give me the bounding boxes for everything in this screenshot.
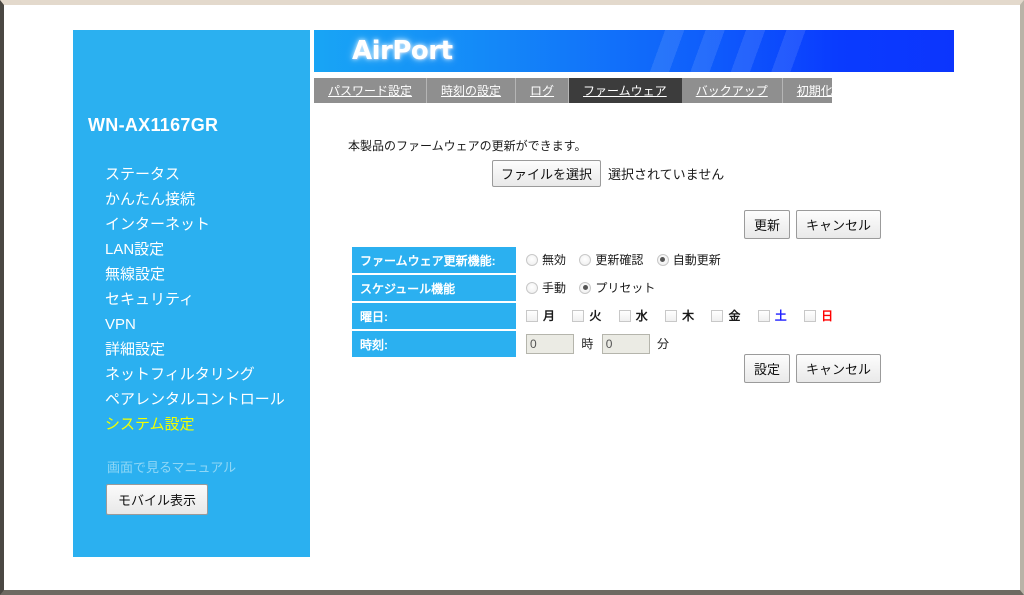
firmware-schedule-settings-table: ファームウェア更新機能: 無効 更新確認 自動更新 スケジュール機能 手動 プリ… xyxy=(352,245,847,359)
radio-icon-preset[interactable] xyxy=(579,281,592,294)
radio-icon-auto-update[interactable] xyxy=(656,253,669,266)
radio-label-manual: 手動 xyxy=(542,281,567,296)
radio-option-auto-update[interactable]: 自動更新 xyxy=(656,251,721,268)
checkbox-icon-tuesday[interactable] xyxy=(572,309,585,322)
sidebar-nav-list: ステータス かんたん接続 インターネット LAN設定 無線設定 セキュリティ V… xyxy=(105,162,305,437)
sidebar-item-easy-connect[interactable]: かんたん接続 xyxy=(105,187,305,212)
row-label-firmware-update-function: ファームウェア更新機能: xyxy=(352,247,516,273)
airport-logo: AirPort xyxy=(352,36,453,66)
checkbox-label-monday: 月 xyxy=(543,309,556,324)
update-cancel-button[interactable]: キャンセル xyxy=(796,210,882,239)
checkbox-icon-thursday[interactable] xyxy=(665,309,678,322)
row-label-weekday: 曜日: xyxy=(352,303,516,329)
sidebar-item-net-filtering[interactable]: ネットフィルタリング xyxy=(105,362,305,387)
checkbox-label-sunday: 日 xyxy=(821,309,834,324)
main-content: 本製品のファームウェアの更新ができます。 ファイルを選択 選択されていません 更… xyxy=(314,103,1014,558)
checkbox-label-thursday: 木 xyxy=(682,309,695,324)
sidebar-item-parental-control[interactable]: ペアレンタルコントロール xyxy=(105,387,305,412)
table-row: スケジュール機能 手動 プリセット xyxy=(352,275,847,301)
sidebar: WN-AX1167GR ステータス かんたん接続 インターネット LAN設定 無… xyxy=(73,30,310,557)
tab-password-settings[interactable]: パスワード設定 xyxy=(314,78,428,103)
checkbox-option-wednesday[interactable]: 水 xyxy=(618,307,648,324)
sidebar-item-lan-settings[interactable]: LAN設定 xyxy=(105,237,305,262)
device-model-name: WN-AX1167GR xyxy=(88,115,219,135)
sidebar-item-status[interactable]: ステータス xyxy=(105,162,305,187)
update-button-row: 更新 キャンセル xyxy=(744,210,882,239)
apply-button[interactable]: 設定 xyxy=(744,354,791,383)
hour-input[interactable] xyxy=(526,334,574,354)
radio-label-disabled: 無効 xyxy=(542,253,567,268)
table-row: 曜日: 月 火 水 木 金 土 日 xyxy=(352,303,847,329)
checkbox-icon-saturday[interactable] xyxy=(757,309,770,322)
radio-icon-manual[interactable] xyxy=(526,281,538,294)
firmware-file-row: ファイルを選択 選択されていません xyxy=(492,160,724,187)
sidebar-item-vpn[interactable]: VPN xyxy=(105,312,305,337)
tab-firmware[interactable]: ファームウェア xyxy=(569,78,682,103)
checkbox-option-saturday[interactable]: 土 xyxy=(757,307,787,324)
tab-time-settings[interactable]: 時刻の設定 xyxy=(427,78,517,103)
sidebar-item-advanced-settings[interactable]: 詳細設定 xyxy=(105,337,305,362)
file-status-text: 選択されていません xyxy=(608,167,725,182)
minute-unit-label: 分 xyxy=(657,337,670,351)
row-value-schedule-function: 手動 プリセット xyxy=(516,275,847,301)
row-value-weekday: 月 火 水 木 金 土 日 xyxy=(516,303,847,329)
checkbox-option-thursday[interactable]: 木 xyxy=(665,307,694,324)
checkbox-label-wednesday: 水 xyxy=(635,309,648,324)
checkbox-label-friday: 金 xyxy=(728,309,741,324)
tab-backup[interactable]: バックアップ xyxy=(682,78,783,103)
tab-initialize[interactable]: 初期化 xyxy=(783,78,847,103)
checkbox-option-monday[interactable]: 月 xyxy=(526,307,555,324)
browser-window-frame: WN-AX1167GR ステータス かんたん接続 インターネット LAN設定 無… xyxy=(0,0,1024,595)
row-value-firmware-update-function: 無効 更新確認 自動更新 xyxy=(516,247,847,273)
radio-option-disabled[interactable]: 無効 xyxy=(526,251,566,268)
checkbox-icon-sunday[interactable] xyxy=(804,309,817,322)
page-description: 本製品のファームウェアの更新ができます。 xyxy=(348,139,587,153)
apply-cancel-button[interactable]: キャンセル xyxy=(796,354,882,383)
checkbox-label-tuesday: 火 xyxy=(589,309,602,324)
online-manual-link[interactable]: 画面で見るマニュアル xyxy=(107,457,236,476)
radio-option-manual[interactable]: 手動 xyxy=(526,279,566,296)
radio-label-auto-update: 自動更新 xyxy=(672,253,721,268)
row-label-time: 時刻: xyxy=(352,331,516,357)
radio-icon-disabled[interactable] xyxy=(526,253,538,266)
hour-unit-label: 時 xyxy=(581,337,594,351)
sidebar-item-security[interactable]: セキュリティ xyxy=(105,287,305,312)
airport-banner: AirPort xyxy=(314,30,954,72)
radio-option-check-update[interactable]: 更新確認 xyxy=(579,251,643,268)
checkbox-label-saturday: 土 xyxy=(774,309,787,324)
apply-button-row: 設定 キャンセル xyxy=(744,354,882,383)
file-select-button[interactable]: ファイルを選択 xyxy=(492,160,602,187)
radio-label-check-update: 更新確認 xyxy=(595,253,644,268)
sidebar-item-internet[interactable]: インターネット xyxy=(105,212,305,237)
mobile-view-button[interactable]: モバイル表示 xyxy=(106,484,209,515)
minute-input[interactable] xyxy=(601,334,650,354)
checkbox-icon-friday[interactable] xyxy=(711,309,724,322)
checkbox-option-friday[interactable]: 金 xyxy=(711,307,740,324)
table-row: ファームウェア更新機能: 無効 更新確認 自動更新 xyxy=(352,247,847,273)
checkbox-option-sunday[interactable]: 日 xyxy=(804,307,833,324)
checkbox-icon-wednesday[interactable] xyxy=(618,309,631,322)
radio-icon-check-update[interactable] xyxy=(579,253,592,266)
checkbox-option-tuesday[interactable]: 火 xyxy=(572,307,601,324)
sidebar-item-wireless-settings[interactable]: 無線設定 xyxy=(105,262,305,287)
tab-bar: パスワード設定 時刻の設定 ログ ファームウェア バックアップ 初期化 xyxy=(314,78,833,103)
checkbox-icon-monday[interactable] xyxy=(526,309,538,322)
router-admin-page: WN-AX1167GR ステータス かんたん接続 インターネット LAN設定 無… xyxy=(4,5,1020,590)
tab-log[interactable]: ログ xyxy=(516,78,570,103)
sidebar-item-system-settings[interactable]: システム設定 xyxy=(105,412,305,437)
radio-label-preset: プリセット xyxy=(595,281,656,296)
row-label-schedule-function: スケジュール機能 xyxy=(352,275,516,301)
radio-option-preset[interactable]: プリセット xyxy=(579,279,655,296)
update-button[interactable]: 更新 xyxy=(744,210,791,239)
